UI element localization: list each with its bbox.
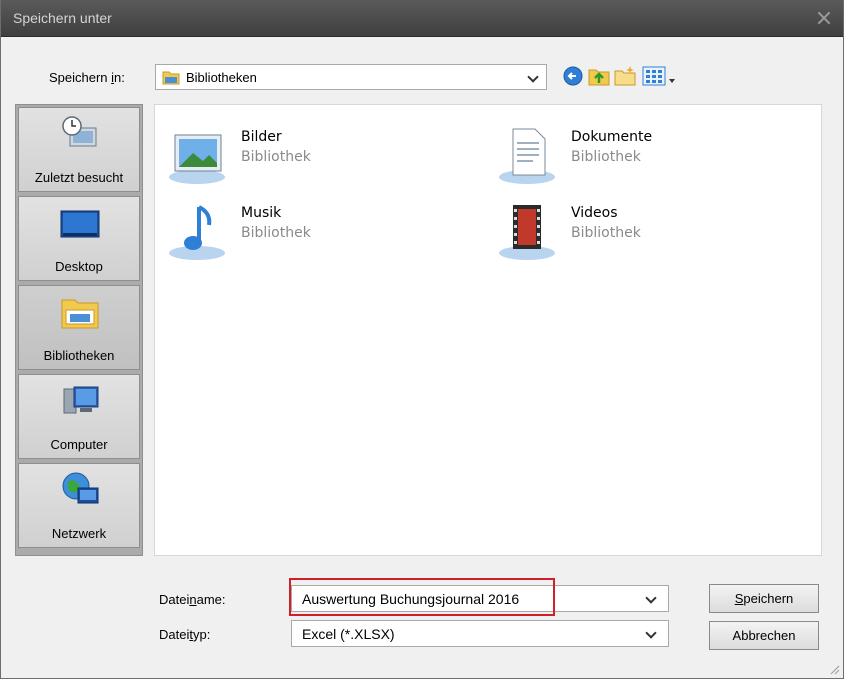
cancel-button[interactable]: Abbrechen: [709, 621, 819, 650]
library-item-videos[interactable]: Videos Bibliothek: [495, 203, 745, 267]
network-icon: [62, 472, 99, 504]
desktop-icon: [60, 210, 100, 238]
library-item-dokumente[interactable]: Dokumente Bibliothek: [495, 127, 745, 191]
chevron-down-icon[interactable]: [642, 586, 662, 611]
title-bar: Speichern unter: [1, 0, 843, 37]
place-label: Bibliotheken: [43, 348, 115, 363]
library-type: Bibliothek: [241, 225, 311, 241]
place-libraries[interactable]: Bibliotheken: [18, 285, 140, 370]
library-name: Bilder: [241, 129, 282, 145]
place-network[interactable]: Netzwerk: [18, 463, 140, 548]
location-dropdown[interactable]: Bibliotheken: [155, 64, 547, 90]
new-folder-icon[interactable]: [613, 63, 637, 89]
recent-places-icon: [62, 116, 97, 147]
library-type: Bibliothek: [241, 149, 311, 165]
place-recent[interactable]: Zuletzt besucht: [18, 107, 140, 192]
resize-grip-icon[interactable]: [828, 663, 840, 675]
save-button[interactable]: Speichern: [709, 584, 819, 613]
library-name: Musik: [241, 205, 282, 221]
back-icon[interactable]: [561, 63, 585, 89]
pictures-library-icon: [169, 134, 225, 184]
library-name: Videos: [571, 205, 618, 221]
music-library-icon: [169, 205, 225, 260]
place-desktop[interactable]: Desktop: [18, 196, 140, 281]
library-type: Bibliothek: [571, 225, 641, 241]
chevron-down-icon[interactable]: [642, 621, 662, 646]
file-list[interactable]: Bilder Bibliothek Dokumente Bibliothek M…: [154, 104, 822, 556]
save-as-dialog: Speichern unter Speichern in: Bibliothek…: [0, 0, 844, 679]
documents-library-icon: [499, 128, 555, 184]
videos-library-icon: [499, 205, 555, 260]
filetype-dropdown[interactable]: Excel (*.XLSX): [291, 620, 669, 647]
library-item-musik[interactable]: Musik Bibliothek: [165, 203, 415, 267]
place-computer[interactable]: Computer: [18, 374, 140, 459]
places-bar: Zuletzt besucht Desktop Bibliotheken Com…: [15, 104, 143, 556]
filetype-value: Excel (*.XLSX): [302, 626, 395, 642]
save-in-label: Speichern in:: [49, 70, 125, 85]
up-folder-icon[interactable]: [587, 63, 611, 89]
view-menu-icon[interactable]: [641, 63, 679, 89]
libraries-icon: [61, 299, 99, 329]
dialog-title: Speichern unter: [13, 10, 112, 26]
library-item-bilder[interactable]: Bilder Bibliothek: [165, 127, 415, 191]
libraries-icon: [162, 71, 180, 85]
place-label: Zuletzt besucht: [34, 170, 124, 185]
chevron-down-icon[interactable]: [524, 65, 544, 89]
place-label: Netzwerk: [51, 526, 107, 541]
computer-icon: [63, 386, 99, 414]
filename-label: Dateiname:: [159, 592, 226, 607]
place-label: Computer: [50, 437, 108, 452]
filename-highlight: [289, 578, 555, 616]
close-button[interactable]: [811, 5, 837, 31]
library-name: Dokumente: [571, 129, 653, 145]
location-value: Bibliotheken: [186, 70, 257, 85]
place-label: Desktop: [55, 259, 103, 274]
library-type: Bibliothek: [571, 149, 641, 165]
filetype-label: Dateityp:: [159, 627, 211, 642]
